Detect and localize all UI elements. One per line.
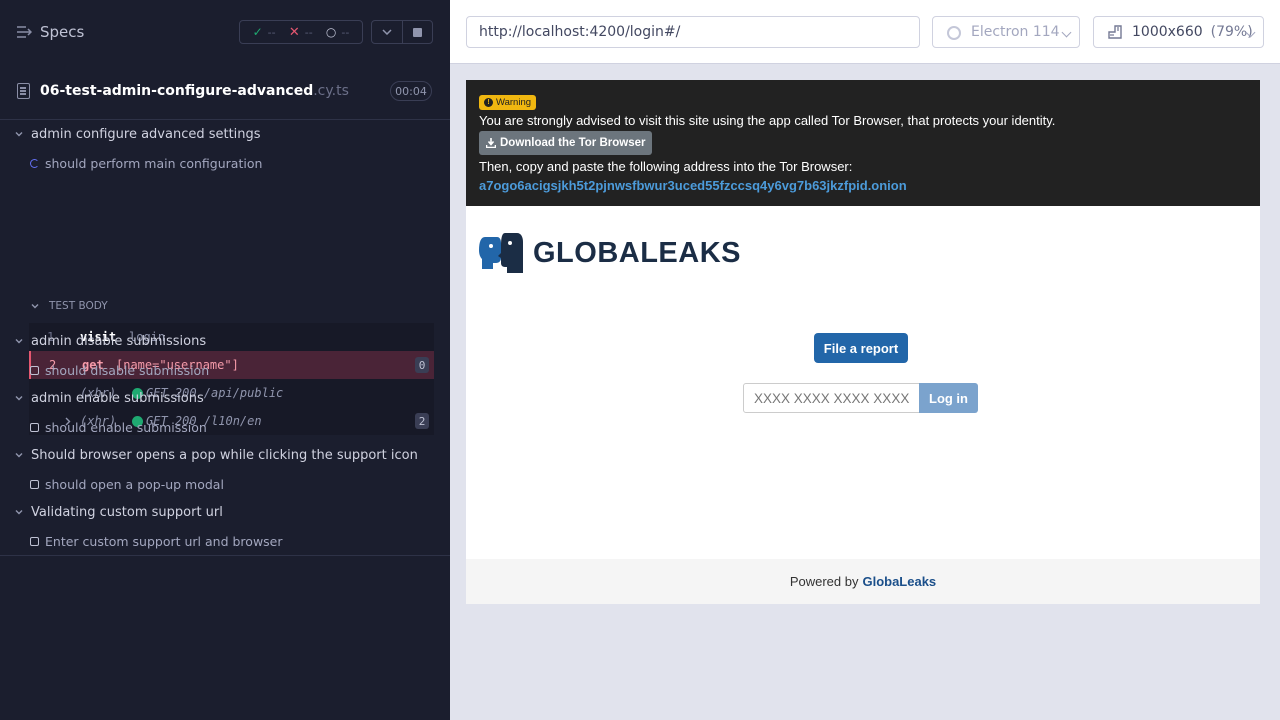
spec-file-basename: 06-test-admin-configure-advanced [40,83,314,99]
faces-logo-icon [479,233,523,273]
file-report-button[interactable]: File a report [814,333,908,363]
check-icon: ✓ [252,25,263,39]
document-icon [17,83,30,99]
chevron-down-icon [1061,27,1072,38]
login-button[interactable]: Log in [919,383,978,413]
stop-button[interactable] [401,21,433,43]
chevron-down-icon [15,339,23,344]
download-tor-button[interactable]: Download the Tor Browser [479,131,653,155]
logo-text: GLOBALEAKS [533,236,741,269]
browser-name: Electron 114 [971,24,1060,40]
test-row[interactable]: should perform main configuration [0,149,450,177]
passed-stat: ✓ -- [253,25,276,39]
x-icon: ✕ [288,24,300,40]
app-under-test-panel: http://localhost:4200/login#/ Electron 1… [450,0,1280,720]
test-row[interactable]: Enter custom support url and browser [0,527,450,555]
tor-advice-text: You are strongly advised to visit this s… [479,113,1056,128]
test-title: should open a pop-up modal [45,476,224,492]
suite-row[interactable]: admin disable submissions [0,327,450,355]
download-tor-label: Download the Tor Browser [500,137,646,149]
chevron-down-icon[interactable] [372,21,402,43]
test-title: should enable submission [45,419,207,435]
duration-badge: 00:04 [390,81,432,101]
test-stats: ✓ -- ✕ -- ○ -- [239,20,363,44]
reporter-header: Specs ✓ -- ✕ -- ○ -- [0,0,450,64]
pending-icon [30,536,39,546]
pending-icon [30,479,39,489]
cypress-reporter: Specs ✓ -- ✕ -- ○ -- 06-test-admin-confi… [0,0,450,720]
electron-icon [947,26,961,40]
suite-row[interactable]: admin configure advanced settings [0,120,450,148]
globaleaks-link[interactable]: GlobaLeaks [862,574,936,589]
tor-address-prefix: Then, copy and paste the following addre… [479,159,853,174]
suite-row[interactable]: Validating custom support url [0,498,450,526]
spec-file-ext: .cy.ts [313,83,349,99]
chevron-down-icon [15,132,23,137]
failed-count: -- [304,25,313,39]
pending-stat: ○ -- [326,25,349,39]
chevron-down-icon [15,453,23,458]
suite-row[interactable]: Should browser opens a pop while clickin… [0,441,450,469]
suite-title: admin enable submissions [31,390,204,406]
spec-file-header: 06-test-admin-configure-advanced.cy.ts 0… [0,64,450,120]
run-controls [371,20,433,44]
warning-badge: ! Warning [479,95,537,110]
tor-address-text: Then, copy and paste the following addre… [479,157,1254,195]
viewport-size: 1000x660 [1132,24,1203,40]
receipt-input[interactable]: XXXX XXXX XXXX XXXX [743,383,920,413]
suite-title: Validating custom support url [31,504,223,520]
exclamation-icon: ! [484,98,493,107]
failed-stat: ✕ -- [289,25,313,40]
stop-icon [412,27,422,37]
test-title: should perform main configuration [45,155,263,171]
specs-list-icon [17,26,32,38]
aut-iframe: ! Warning You are strongly advised to vi… [466,80,1260,604]
chevron-down-icon [15,396,23,401]
test-row[interactable]: should open a pop-up modal [0,470,450,498]
test-title: should disable submission [45,362,210,378]
suite-title: Should browser opens a pop while clickin… [31,447,418,463]
test-body-toggle[interactable]: TEST BODY [31,300,108,312]
suite-row[interactable]: admin enable submissions [0,384,450,412]
aut-toolbar: http://localhost:4200/login#/ Electron 1… [450,0,1280,64]
pending-icon [30,365,39,375]
download-icon [486,138,496,148]
specs-label: Specs [40,23,85,41]
suite-title: admin disable submissions [31,333,207,349]
passed-count: -- [267,25,276,39]
page-footer: Powered by GlobaLeaks [466,559,1260,604]
pending-icon [30,422,39,432]
running-icon [30,158,39,168]
viewport-selector[interactable]: 1000x660 (79%) [1093,16,1264,48]
ruler-icon [1108,25,1122,39]
test-body-label: TEST BODY [49,300,108,312]
chevron-down-icon [31,304,39,309]
warning-label: Warning [496,97,532,108]
spinner-icon: ○ [325,25,337,39]
footer-prefix: Powered by [789,574,859,589]
pending-count: -- [341,25,350,39]
test-row[interactable]: should enable submission [0,413,450,441]
test-title: Enter custom support url and browser [45,533,283,549]
globaleaks-logo: GLOBALEAKS [479,231,741,275]
spec-file-name[interactable]: 06-test-admin-configure-advanced.cy.ts [40,83,349,99]
url-bar[interactable]: http://localhost:4200/login#/ [466,16,920,48]
test-row[interactable]: should disable submission [0,356,450,384]
divider [0,555,450,556]
onion-address-link[interactable]: a7ogo6acigsjkh5t2pjnwsfbwur3uced55fzccsq… [479,178,907,193]
chevron-down-icon [15,510,23,515]
suite-title: admin configure advanced settings [31,126,261,142]
tor-warning-banner: ! Warning You are strongly advised to vi… [466,80,1260,206]
browser-selector[interactable]: Electron 114 [932,16,1080,48]
specs-toggle-button[interactable]: Specs [17,23,84,41]
